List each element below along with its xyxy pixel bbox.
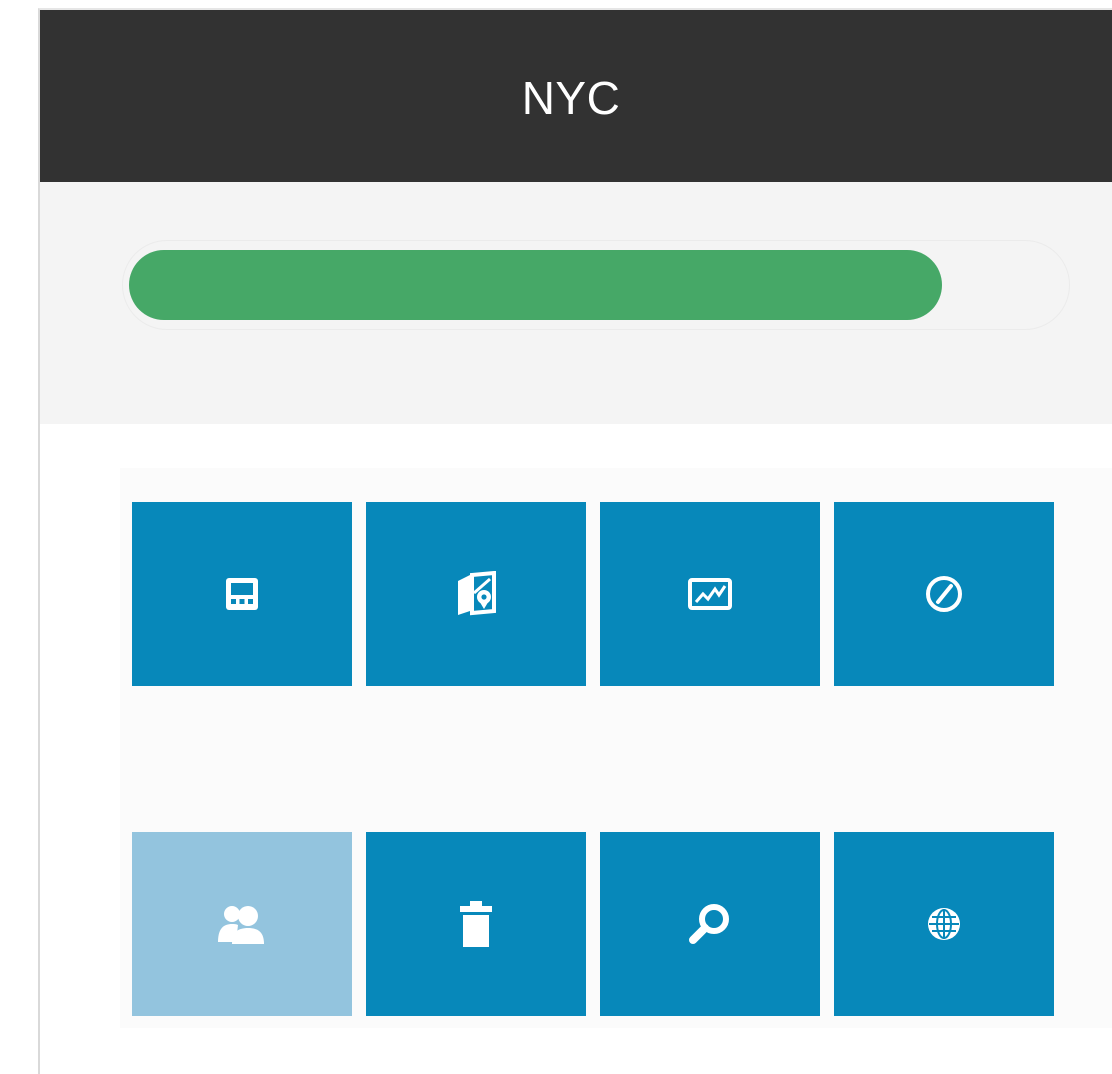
app-frame: NYC [38, 8, 1112, 1074]
tile-chart[interactable] [600, 502, 820, 686]
chart-line-icon [688, 578, 732, 610]
compass-icon [926, 576, 962, 612]
progress-track [122, 240, 1070, 330]
trash-icon [460, 901, 492, 947]
map-pin-icon [458, 571, 496, 616]
tile-calculator[interactable] [132, 502, 352, 686]
calculator-icon [226, 578, 258, 610]
tile-search[interactable] [600, 832, 820, 1016]
users-icon [218, 906, 264, 944]
tile-globe[interactable] [834, 832, 1054, 1016]
globe-icon [928, 908, 960, 940]
tile-compass[interactable] [834, 502, 1054, 686]
tile-map[interactable] [366, 502, 586, 686]
tile-trash[interactable] [366, 832, 586, 1016]
tile-users[interactable] [132, 832, 352, 1016]
progress-section [40, 182, 1112, 424]
page-title: NYC [521, 72, 621, 124]
progress-fill [129, 250, 942, 320]
header-bar: NYC [40, 10, 1112, 182]
search-icon [689, 904, 729, 944]
tile-grid [120, 468, 1112, 1028]
